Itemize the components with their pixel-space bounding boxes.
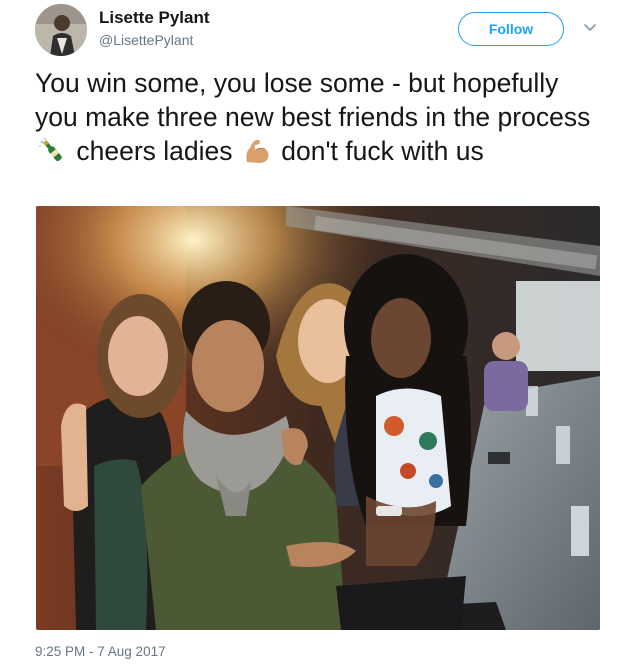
tweet-text-part-2: cheers ladies — [76, 136, 233, 166]
champagne-emoji-icon — [37, 136, 67, 166]
follow-button[interactable]: Follow — [458, 12, 564, 46]
chevron-down-icon[interactable] — [582, 20, 598, 36]
avatar-image — [35, 4, 87, 56]
author-avatar[interactable] — [35, 4, 87, 56]
flexed-biceps-emoji-icon — [242, 136, 272, 166]
tweet-photo[interactable] — [36, 206, 600, 630]
author-display-name[interactable]: Lisette Pylant — [99, 8, 210, 28]
bar-group-photo — [36, 206, 600, 630]
tweet-text-part-3: don't fuck with us — [281, 136, 484, 166]
tweet-text-part-1: You win some, you lose some - but hopefu… — [35, 68, 591, 132]
author-handle[interactable]: @LisettePylant — [99, 32, 193, 48]
tweet-timestamp[interactable]: 9:25 PM - 7 Aug 2017 — [35, 644, 166, 659]
tweet-text: You win some, you lose some - but hopefu… — [35, 66, 605, 168]
